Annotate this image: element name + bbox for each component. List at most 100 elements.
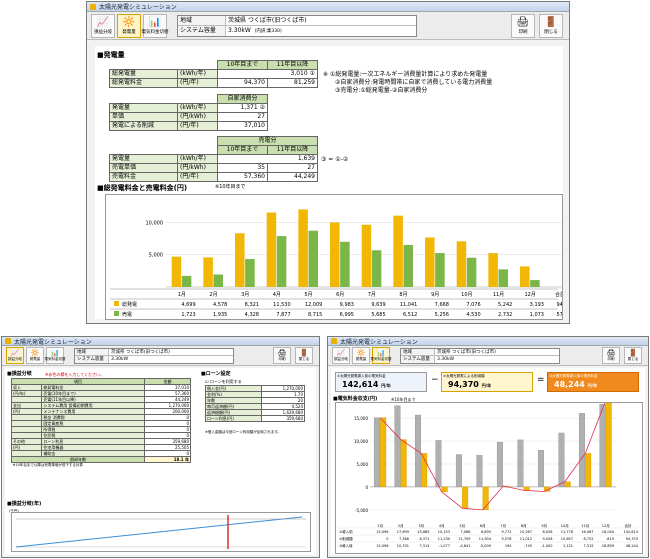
bar-total — [456, 241, 467, 287]
bar-after — [605, 400, 612, 488]
data-label: -4,641 — [459, 544, 470, 548]
x-tick-label: 5月 — [459, 523, 465, 528]
bar-before — [517, 439, 524, 488]
unit-price-value: 27 — [217, 112, 268, 122]
total-power-table: 10年目まで 11年目以降 総発電量 (kWh/年) 3,010 ① 総発電料金… — [109, 60, 318, 88]
x-tick-label: 4月 — [273, 292, 281, 298]
close-button[interactable]: 🚪 閉じる — [539, 14, 563, 38]
app-icon — [331, 338, 337, 344]
data-label: 7,076 — [466, 302, 480, 308]
data-label: 8,028 — [542, 530, 552, 534]
power-generation-button[interactable]: 🔆 発電量 — [26, 347, 44, 364]
breakeven-line-chart — [11, 512, 311, 552]
sun-icon: 🔆 — [356, 349, 366, 357]
x-tick-label: 3月 — [418, 523, 424, 528]
bar-sell — [245, 259, 255, 287]
data-label: 9,639 — [371, 302, 385, 308]
print-button[interactable]: 🖨 印刷 — [511, 14, 535, 38]
saving-box: ②太陽光発電による削減額 94,370 円/年 — [441, 372, 533, 392]
data-label: 11,709 — [458, 537, 470, 541]
bar-before — [435, 440, 442, 488]
main-toolbar: 📈 損益分岐 🔆 発電量 📊 電気料金切替 地域 茨城県 つくば市(旧つくば市)… — [87, 12, 569, 40]
close-button[interactable]: 🚪 閉じる — [295, 347, 313, 364]
x-tick-label: 10月 — [461, 292, 472, 298]
bar-after — [400, 439, 407, 488]
bar-total — [266, 212, 277, 287]
data-label: -1,000 — [541, 544, 552, 548]
main-titlebar: 太陽光発電シミュレーション — [87, 2, 569, 12]
data-label: 12,009 — [305, 302, 323, 308]
breakeven-button[interactable]: 📈 損益分岐 — [91, 13, 115, 38]
data-label: 11,530 — [273, 302, 291, 308]
chart-note: ※10年目まで — [215, 184, 246, 190]
power-generation-button[interactable]: 🔆 発電量 — [352, 347, 370, 364]
electricity-charge-switch-button[interactable]: 📊 電気料金切替 — [371, 347, 392, 364]
data-label: 15,096 — [376, 530, 388, 534]
x-tick-label: 11月 — [493, 292, 504, 298]
x-tick-label: 1月 — [178, 292, 186, 298]
loan-row: ローン利息(円) 359,680 — [205, 415, 306, 422]
monthly-charge-chart-svg: 5,000 10,000 1月 2月 3月 4月 5月 6月 7月 8月 9月 10月 11月 12月 合計… — [110, 209, 569, 318]
data-label: 10,657 — [561, 537, 573, 541]
total-label: 94,370 — [557, 302, 563, 308]
bar-sell — [371, 250, 382, 287]
data-label: 7,668 — [435, 302, 449, 308]
data-label: -819 — [606, 537, 614, 541]
bar-before — [578, 413, 585, 488]
after-charge-line — [379, 400, 607, 511]
bar-sell — [530, 280, 540, 287]
data-label: 4,530 — [466, 312, 480, 318]
breakeven-window-title: 太陽光発電シミュレーション — [14, 338, 92, 346]
breakeven-chart-icon: 📈 — [10, 349, 20, 357]
data-label: -5,009 — [480, 544, 491, 548]
bar-before — [373, 417, 380, 488]
power-generation-button[interactable]: 🔆 発電量 — [117, 13, 141, 38]
legend-label: 総発電 — [122, 301, 137, 308]
y-tick-label: 10,000 — [354, 439, 368, 444]
data-label: 11,778 — [561, 530, 573, 534]
y-tick-label: -5,000 — [355, 508, 368, 513]
electricity-charge-switch-button[interactable]: 📊 電気料金切替 — [142, 13, 169, 38]
app-icon — [90, 3, 96, 10]
x-tick-label: 2月 — [209, 292, 217, 298]
y-tick-label: 0 — [365, 485, 368, 490]
data-label: -745 — [524, 544, 532, 548]
total-label: 48,244 — [626, 544, 639, 548]
bar-after — [564, 481, 571, 488]
self-power-value: 1,371 ② — [217, 103, 268, 113]
print-button[interactable]: 🖨 印刷 — [602, 347, 620, 364]
charge-balance-window: 太陽光発電シミュレーション 📈 損益分岐 🔆 発電量 📊 電気料金切替 地域 茨城県 … — [327, 336, 649, 558]
data-label: 8,371 — [419, 537, 429, 541]
total-label: 57,360 — [557, 312, 563, 318]
print-button[interactable]: 🖨 印刷 — [273, 347, 291, 364]
system-info-box: 地域 茨城県 つくば市(旧つくば市) システム容量 3.30kW — [400, 347, 560, 364]
x-tick-label: 3月 — [241, 292, 249, 298]
data-label: 4,578 — [213, 302, 227, 308]
bar-chart-icon: 📊 — [50, 349, 60, 357]
total-label: 142,614 — [624, 530, 639, 534]
sell-power-value: 1,639 — [217, 154, 318, 164]
data-label: 16,067 — [581, 530, 593, 534]
chart-section-title: ■総発電料金と売電料金(円) — [97, 184, 188, 192]
x-tick-label: 9月 — [431, 292, 439, 298]
x-tick-label: 1月 — [377, 523, 383, 528]
power-section-title: ■発電量 — [97, 51, 125, 59]
close-button[interactable]: 🚪 閉じる — [624, 347, 642, 364]
bar-before — [537, 449, 544, 488]
total-column-label: 合計 — [625, 523, 633, 528]
loan-value[interactable]: 359,680 — [260, 415, 306, 422]
printer-icon: 🖨 — [277, 349, 287, 357]
breakeven-button[interactable]: 📈 損益分岐 — [6, 347, 24, 364]
data-label: 9,578 — [501, 537, 511, 541]
data-label: 5,685 — [371, 312, 385, 318]
breakeven-button[interactable]: 📈 損益分岐 — [332, 347, 350, 364]
saving-value: 37,010 — [217, 121, 268, 131]
bar-sell — [435, 253, 445, 287]
bar-total — [171, 256, 182, 287]
y-tick-label: 10,000 — [146, 220, 164, 226]
data-label: 6,995 — [340, 312, 354, 318]
main-window: 太陽光発電シミュレーション 📈 損益分岐 🔆 発電量 📊 電気料金切替 地域 茨… — [86, 1, 570, 324]
electricity-charge-switch-button[interactable]: 📊 電気料金切替 — [45, 347, 66, 364]
row-label: ③導入後 — [339, 543, 353, 548]
breakeven-window: 太陽光発電シミュレーション 📈 損益分岐 🔆 発電量 📊 電気料金切替 地域 茨城県 … — [1, 336, 320, 558]
